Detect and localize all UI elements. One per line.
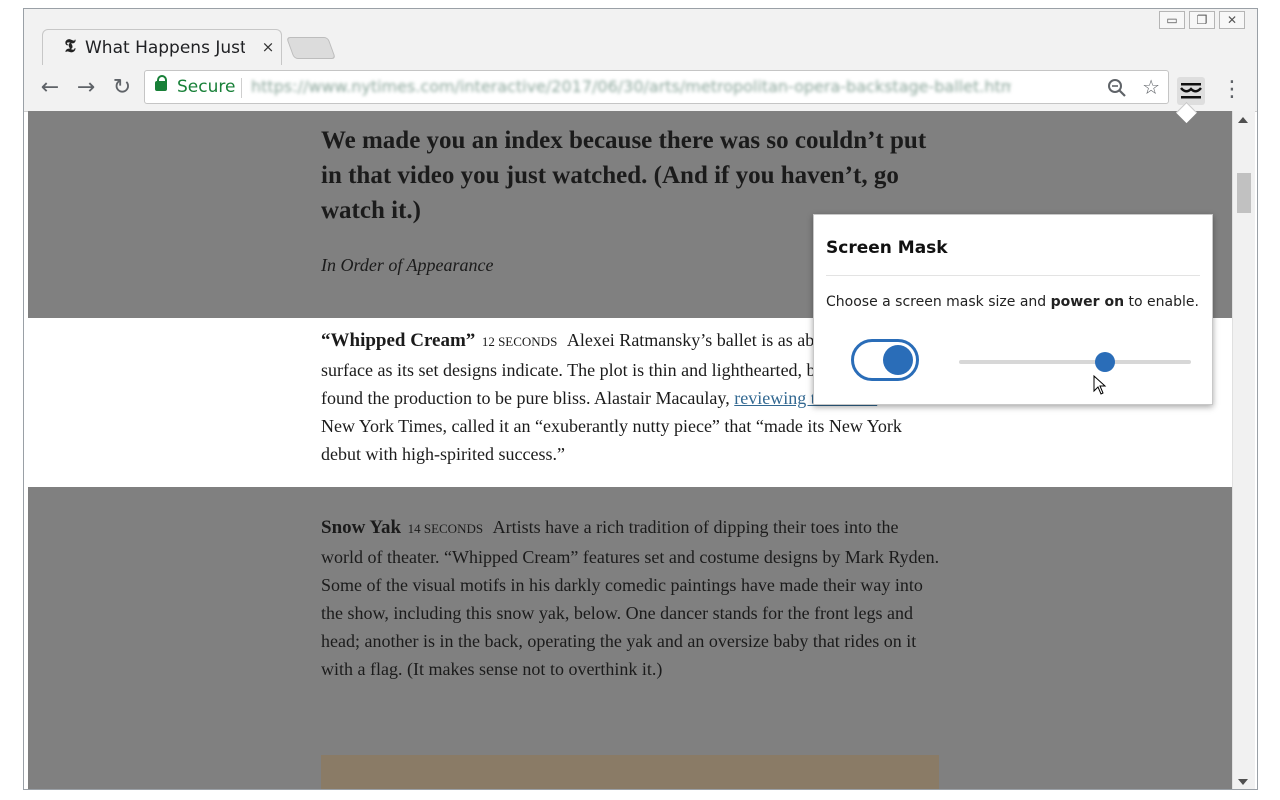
mask-glasses-icon [1180,83,1202,99]
back-icon[interactable]: ← [36,74,64,102]
lock-icon [155,75,167,91]
browser-window: 𝕿 What Happens Just × ▭ ❐ ✕ ← → ↻ Secure… [23,8,1258,790]
browser-toolbar: ← → ↻ Secure https://www.nytimes.com/int… [24,65,1257,112]
power-toggle[interactable] [851,339,919,381]
entry-name: “Whipped Cream” [321,330,476,351]
popup-description: Choose a screen mask size and power on t… [826,292,1199,312]
popup-title: Screen Mask [826,238,948,258]
secure-label: Secure [177,77,236,97]
address-bar[interactable]: Secure https://www.nytimes.com/interacti… [144,70,1169,104]
scroll-thumb[interactable] [1237,173,1251,213]
tab-close-icon[interactable]: × [259,38,277,56]
scroll-up-arrow-icon[interactable] [1238,117,1248,123]
article-headline: We made you an index because there was s… [321,127,927,224]
forward-icon[interactable]: → [72,74,100,102]
entry-name: Snow Yak [321,517,402,538]
entry-duration: 12 SECONDS [481,334,558,349]
snow-yak-image [321,755,939,789]
slider-handle[interactable] [1095,352,1116,372]
maximize-button[interactable]: ❐ [1189,11,1215,29]
entry-duration: 14 SECONDS [407,521,484,536]
mask-size-slider[interactable] [959,352,1191,372]
new-tab-button[interactable] [285,37,337,59]
desc-text-end: to enable. [1124,294,1199,310]
screen-mask-extension-icon[interactable] [1177,77,1205,105]
index-entry-snow-yak: Snow Yak 14 SECONDS Artists have a rich … [321,513,941,683]
entry-text: Artists have a rich tradition of dipping… [321,517,940,679]
url-text[interactable]: https://www.nytimes.com/interactive/2017… [251,77,1011,97]
tab-strip: 𝕿 What Happens Just × ▭ ❐ ✕ [24,9,1257,66]
close-window-button[interactable]: ✕ [1219,11,1245,29]
omnibox-separator [241,78,242,98]
toggle-knob [883,345,913,375]
page-viewport: We made you an index because there was s… [28,111,1232,789]
mouse-cursor-icon [1093,375,1107,395]
tab-title: What Happens Just [85,38,245,58]
zoom-icon[interactable] [1106,77,1128,99]
desc-text: Choose a screen mask size and [826,294,1051,310]
screen-mask-popup: Screen Mask Choose a screen mask size an… [813,214,1213,405]
bookmark-star-icon[interactable]: ☆ [1142,75,1160,99]
window-controls: ▭ ❐ ✕ [1159,11,1245,31]
tab-active[interactable]: 𝕿 What Happens Just × [42,29,282,65]
vertical-scrollbar[interactable] [1232,111,1255,789]
browser-menu-icon[interactable]: ⋮ [1221,77,1243,105]
scroll-down-arrow-icon[interactable] [1238,779,1248,785]
minimize-button[interactable]: ▭ [1159,11,1185,29]
reload-icon[interactable]: ↻ [108,74,136,102]
popup-divider [826,275,1200,276]
desc-bold: power on [1050,294,1125,310]
nyt-favicon-icon: 𝕿 [64,36,76,57]
